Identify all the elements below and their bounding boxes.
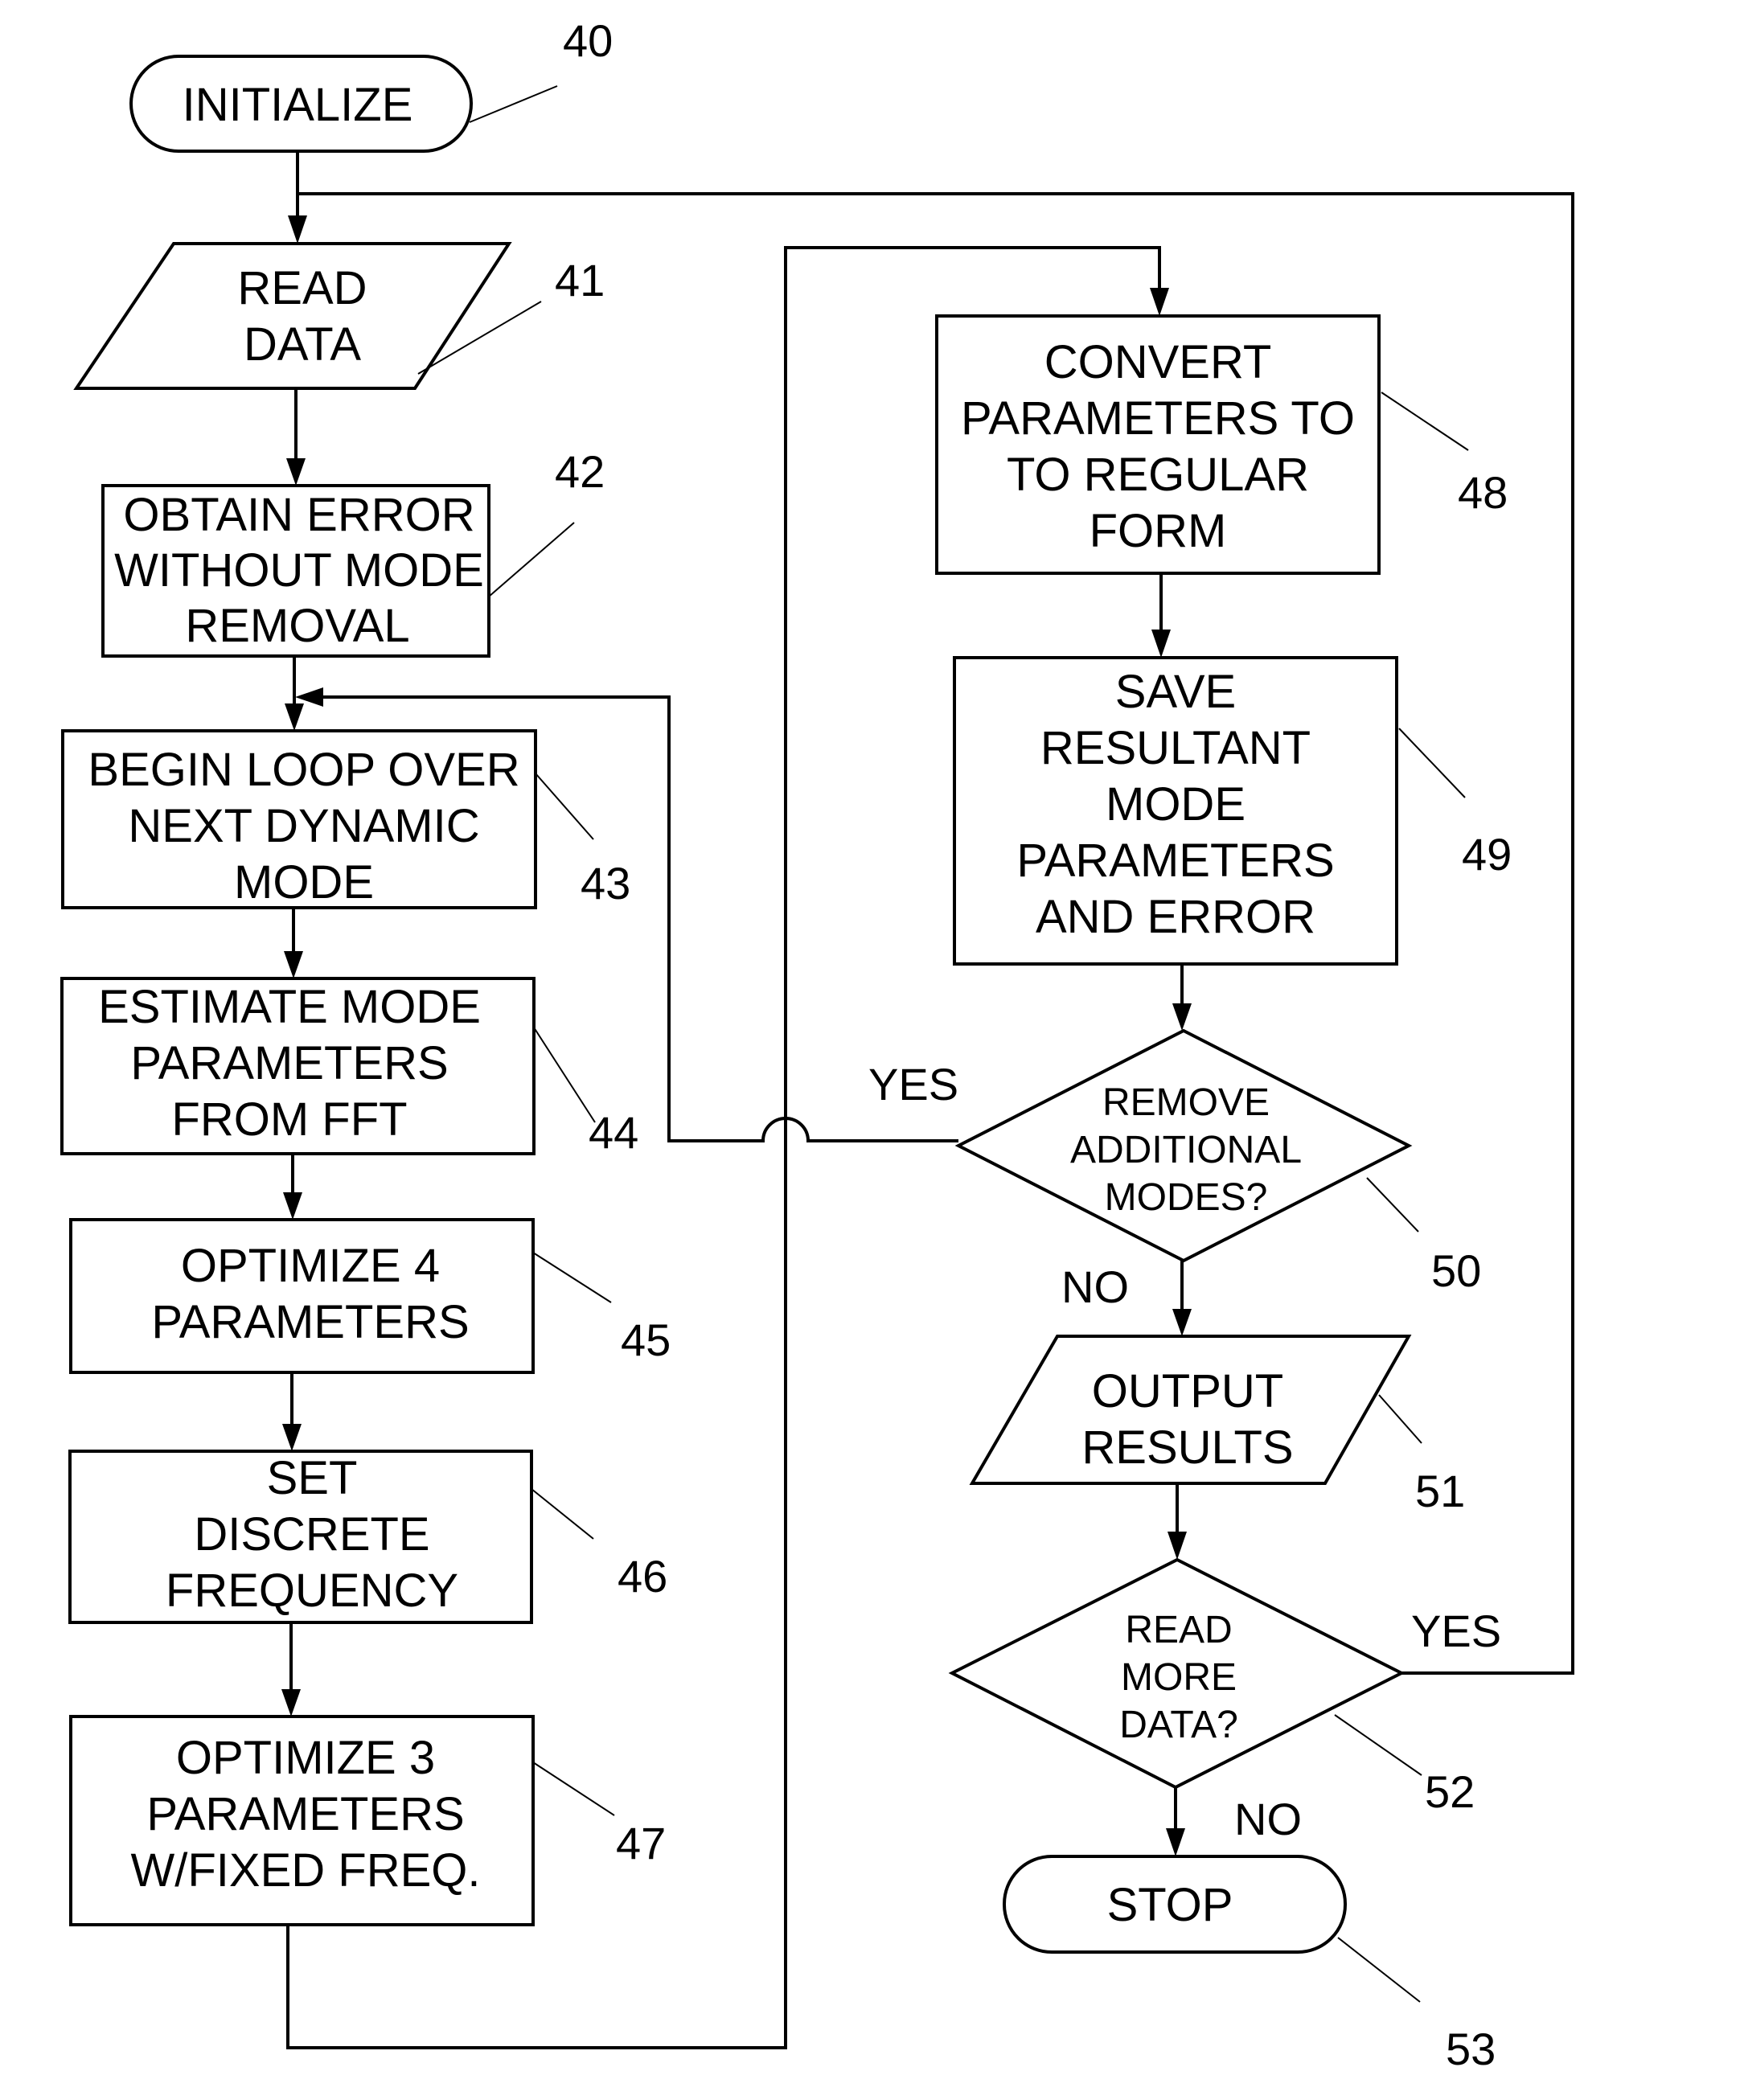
ref-48: 48: [1458, 467, 1508, 518]
node-48-line-3: TO REGULAR: [1007, 449, 1309, 501]
node-44: ESTIMATE MODE PARAMETERS FROM FFT: [60, 977, 536, 1155]
ref-52: 52: [1425, 1766, 1475, 1817]
leader-44: [533, 1027, 596, 1123]
node-52-line-1: READ: [1125, 1609, 1232, 1651]
ref-41: 41: [555, 255, 605, 306]
node-48-line-4: FORM: [1090, 505, 1227, 557]
branch-label-50-yes: YES: [868, 1059, 958, 1109]
branch-label-50-no: NO: [1061, 1261, 1129, 1312]
node-43-line-2: NEXT DYNAMIC: [128, 800, 479, 852]
node-43-line-3: MODE: [234, 856, 374, 908]
node-49: SAVE RESULTANT MODE PARAMETERS AND ERROR: [953, 656, 1398, 966]
node-52: READ MORE DATA?: [948, 1557, 1406, 1790]
node-49-line-4: PARAMETERS: [1016, 835, 1334, 887]
ref-42: 42: [555, 446, 605, 497]
leader-49: [1398, 728, 1466, 798]
arrowhead-42-43: [285, 703, 304, 731]
ref-43: 43: [581, 858, 630, 908]
arrowhead-41-42: [286, 458, 306, 486]
ref-45: 45: [621, 1315, 671, 1365]
node-50-line-2: ADDITIONAL: [1070, 1129, 1302, 1171]
node-51-line-1: OUTPUT: [1092, 1365, 1283, 1417]
leader-43: [535, 773, 594, 840]
arrowhead-46-47: [281, 1689, 301, 1717]
arrowhead-44-45: [283, 1192, 302, 1220]
flowchart: INITIALIZE READ DATA OBTAIN ERROR WITHOU…: [60, 15, 1574, 2074]
node-51-line-2: RESULTS: [1081, 1421, 1293, 1474]
node-50: REMOVE ADDITIONAL MODES?: [954, 1028, 1413, 1263]
node-42-line-3: REMOVAL: [185, 600, 409, 652]
node-40-line-1: INITIALIZE: [183, 79, 413, 131]
node-49-line-3: MODE: [1106, 778, 1245, 831]
arrowhead-52-53: [1166, 1828, 1185, 1856]
arrowhead-51-52: [1168, 1532, 1187, 1560]
node-41-line-1: READ: [237, 262, 367, 314]
node-53: STOP: [1003, 1855, 1347, 1954]
ref-49: 49: [1462, 829, 1512, 880]
node-47-line-2: PARAMETERS: [146, 1788, 464, 1840]
node-49-line-1: SAVE: [1115, 666, 1236, 718]
node-47-line-1: OPTIMIZE 3: [176, 1732, 435, 1784]
ref-44: 44: [589, 1107, 638, 1158]
ref-47: 47: [616, 1818, 666, 1868]
node-50-line-3: MODES?: [1105, 1176, 1268, 1219]
arrowhead-50-51: [1172, 1309, 1192, 1336]
node-47-line-3: W/FIXED FREQ.: [131, 1844, 481, 1897]
arrowhead-47-48: [1150, 288, 1169, 316]
arrowhead-48-49: [1151, 630, 1171, 658]
node-53-line-1: STOP: [1107, 1879, 1233, 1931]
leader-51: [1378, 1394, 1422, 1444]
node-44-line-3: FROM FFT: [171, 1093, 407, 1146]
node-43-line-1: BEGIN LOOP OVER: [88, 744, 519, 796]
leader-52: [1334, 1714, 1422, 1776]
ref-51: 51: [1415, 1466, 1465, 1516]
leader-40: [469, 85, 558, 123]
node-49-line-2: RESULTANT: [1040, 722, 1311, 774]
node-48-line-1: CONVERT: [1044, 336, 1272, 388]
node-47: OPTIMIZE 3 PARAMETERS W/FIXED FREQ.: [69, 1715, 535, 1926]
arrowhead-43-44: [284, 951, 303, 978]
node-43: BEGIN LOOP OVER NEXT DYNAMIC MODE: [61, 729, 537, 909]
node-46-line-2: DISCRETE: [194, 1508, 429, 1561]
ref-46: 46: [618, 1551, 667, 1602]
node-40: INITIALIZE: [129, 55, 473, 153]
node-48: CONVERT PARAMETERS TO TO REGULAR FORM: [935, 314, 1381, 575]
node-49-line-5: AND ERROR: [1036, 891, 1315, 943]
node-46-line-3: FREQUENCY: [166, 1565, 458, 1617]
node-46: SET DISCRETE FREQUENCY: [68, 1450, 533, 1624]
arrowhead-45-46: [282, 1424, 302, 1451]
leader-45: [532, 1252, 612, 1303]
arrowhead-40-41: [288, 215, 307, 244]
node-42-line-2: WITHOUT MODE: [114, 544, 484, 597]
node-41-line-2: DATA: [244, 318, 361, 371]
node-44-line-2: PARAMETERS: [130, 1037, 448, 1089]
node-45: OPTIMIZE 4 PARAMETERS: [69, 1218, 535, 1374]
node-42: OBTAIN ERROR WITHOUT MODE REMOVAL: [101, 484, 490, 658]
ref-50: 50: [1431, 1245, 1481, 1296]
node-45-line-1: OPTIMIZE 4: [181, 1240, 440, 1292]
branch-label-52-yes: YES: [1411, 1606, 1501, 1656]
node-51: OUTPUT RESULTS: [969, 1335, 1412, 1485]
branch-label-52-no: NO: [1234, 1794, 1302, 1844]
node-41: READ DATA: [73, 242, 512, 390]
leader-50: [1366, 1177, 1419, 1233]
node-52-line-2: MORE: [1121, 1656, 1237, 1699]
leader-53: [1337, 1937, 1421, 2003]
node-42-line-1: OBTAIN ERROR: [123, 489, 474, 541]
node-50-line-1: REMOVE: [1102, 1081, 1270, 1124]
node-46-line-1: SET: [267, 1452, 358, 1504]
leader-47: [532, 1762, 615, 1816]
ref-53: 53: [1446, 2024, 1496, 2074]
ref-40: 40: [563, 15, 613, 66]
node-52-line-3: DATA?: [1119, 1704, 1238, 1746]
leader-48: [1381, 392, 1469, 451]
node-45-line-2: PARAMETERS: [151, 1296, 469, 1348]
node-48-line-2: PARAMETERS TO: [961, 392, 1355, 445]
node-44-line-1: ESTIMATE MODE: [98, 981, 481, 1033]
leader-42: [488, 522, 575, 597]
leader-46: [531, 1488, 594, 1540]
arrowhead-49-50: [1172, 1003, 1192, 1031]
